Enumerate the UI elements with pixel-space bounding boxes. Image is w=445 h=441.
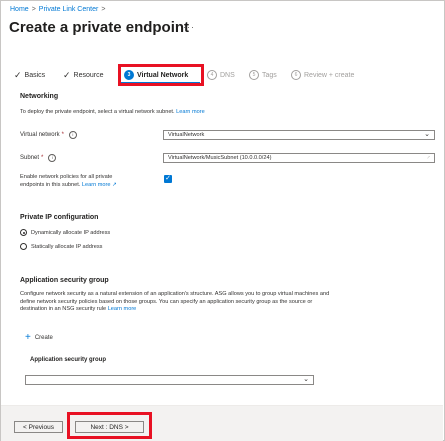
asg-description-line2: define network security policies based o… xyxy=(20,298,313,305)
tab-resource[interactable]: ✓ Resource xyxy=(63,70,104,81)
subnet-select[interactable]: VirtualNetwork/MusicSubnet (10.0.0.0/24)… xyxy=(163,153,435,163)
highlight-box-virtual-network-tab xyxy=(118,64,204,86)
tab-label: Tags xyxy=(262,71,277,79)
virtual-network-value: VirtualNetwork xyxy=(168,132,205,138)
tab-label: DNS xyxy=(220,71,235,79)
network-policies-label-line1: Enable network policies for all private xyxy=(20,174,113,180)
asg-description: Configure network security as a natural … xyxy=(20,291,329,314)
tab-label: Resource xyxy=(73,72,104,79)
asg-column-header: Application security group xyxy=(30,357,107,363)
tab-basics[interactable]: ✓ Basics xyxy=(14,70,45,81)
checkmark-icon: ✓ xyxy=(14,70,22,80)
breadcrumb-separator: > xyxy=(101,6,106,13)
chevron-down-icon: ⌄ xyxy=(424,131,430,138)
info-icon[interactable]: i xyxy=(48,154,57,162)
asg-select[interactable]: ⌄ xyxy=(25,375,314,385)
networking-description-text: To deploy the private endpoint, select a… xyxy=(20,109,175,115)
breadcrumb-private-link-center[interactable]: Private Link Center xyxy=(39,6,99,13)
chevron-down-icon: ⌄ xyxy=(303,376,309,383)
asg-description-line3: destination in an NSG security rule xyxy=(20,306,107,312)
asg-heading: Application security group xyxy=(20,277,109,284)
tab-review-create[interactable]: 6 Review + create xyxy=(291,70,354,80)
highlight-box-next-button xyxy=(67,412,152,439)
networking-heading: Networking xyxy=(20,93,59,100)
tab-tags[interactable]: 5 Tags xyxy=(249,70,277,80)
previous-button[interactable]: < Previous xyxy=(14,421,63,433)
step-number-icon: 5 xyxy=(249,70,259,80)
networking-description: To deploy the private endpoint, select a… xyxy=(20,109,205,117)
step-number-icon: 6 xyxy=(291,70,301,80)
plus-icon: + xyxy=(25,332,31,343)
virtual-network-label: Virtual network * i xyxy=(20,131,77,139)
radio-dynamic-ip[interactable]: Dynamically allocate IP address xyxy=(20,229,110,236)
virtual-network-select[interactable]: VirtualNetwork ⌄ xyxy=(163,130,435,140)
breadcrumb-separator: > xyxy=(31,6,36,13)
required-marker: * xyxy=(41,155,44,161)
radio-selected-icon xyxy=(20,229,27,236)
network-policies-checkbox[interactable]: ✓ xyxy=(164,175,172,183)
network-policies-learn-more-link[interactable]: Learn more xyxy=(82,182,111,188)
checkmark-icon: ✓ xyxy=(63,70,71,80)
page-title: Create a private endpoint xyxy=(9,19,190,36)
required-marker: * xyxy=(61,132,64,138)
external-link-icon: ↗ xyxy=(110,181,117,188)
subnet-value: VirtualNetwork/MusicSubnet (10.0.0.0/24) xyxy=(168,155,272,161)
subnet-label: Subnet * i xyxy=(20,154,57,162)
info-icon[interactable]: i xyxy=(68,131,77,139)
breadcrumb-home[interactable]: Home xyxy=(10,6,29,13)
asg-description-line1: Configure network security as a natural … xyxy=(20,291,330,297)
loading-spinner-icon: ◜ xyxy=(427,156,430,162)
private-ip-heading: Private IP configuration xyxy=(20,214,99,221)
network-policies-label: Enable network policies for all private … xyxy=(20,174,117,189)
subnet-label-text: Subnet xyxy=(20,155,40,161)
asg-create-button[interactable]: + Create xyxy=(25,332,53,343)
asg-learn-more-link[interactable]: Learn more xyxy=(108,306,137,312)
step-number-icon: 4 xyxy=(207,70,217,80)
more-options-icon[interactable]: ··· xyxy=(183,22,195,32)
tab-label: Basics xyxy=(24,72,46,79)
asg-create-label: Create xyxy=(34,335,53,341)
networking-learn-more-link[interactable]: Learn more xyxy=(176,109,205,115)
tab-dns[interactable]: 4 DNS xyxy=(207,70,235,80)
radio-unselected-icon xyxy=(20,243,27,250)
breadcrumb: Home > Private Link Center > xyxy=(10,6,108,13)
radio-static-ip[interactable]: Statically allocate IP address xyxy=(20,243,102,250)
tab-label: Review + create xyxy=(304,71,355,79)
radio-static-ip-label: Statically allocate IP address xyxy=(31,243,103,250)
virtual-network-label-text: Virtual network xyxy=(20,132,60,138)
radio-dynamic-ip-label: Dynamically allocate IP address xyxy=(31,229,111,236)
network-policies-label-line2: endpoints in this subnet. xyxy=(20,181,81,188)
